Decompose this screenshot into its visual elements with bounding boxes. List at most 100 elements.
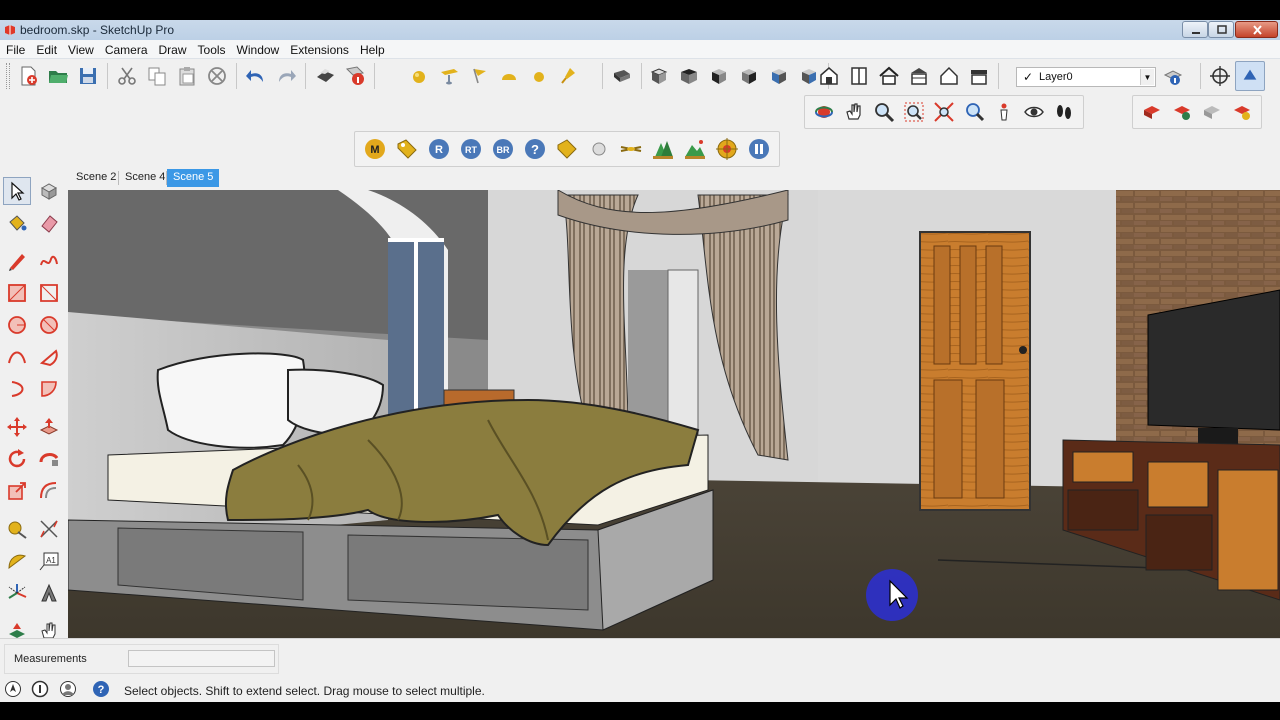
sphere-small-icon[interactable] [524,61,554,91]
look-around-icon[interactable] [1019,97,1049,127]
light-icon[interactable] [583,133,615,165]
rt-icon[interactable]: RT [455,133,487,165]
br-icon[interactable]: BR [487,133,519,165]
push-pull-icon[interactable] [35,413,63,441]
components-icon[interactable] [844,61,874,91]
freehand-icon[interactable] [35,247,63,275]
target-icon[interactable] [711,133,743,165]
section-plane-icon[interactable] [607,61,637,91]
roof-icon[interactable] [964,61,994,91]
ext-red-icon[interactable] [1137,97,1167,127]
save-icon[interactable] [73,61,103,91]
maximize-button[interactable] [1208,21,1234,38]
axes-view-icon[interactable] [1235,61,1265,91]
paint-tray-icon[interactable] [434,61,464,91]
tape-measure-icon[interactable] [3,515,31,543]
print-icon[interactable] [310,61,340,91]
eraser-icon[interactable] [35,209,63,237]
axes-icon[interactable] [3,579,31,607]
iso-view-icon[interactable] [644,61,674,91]
flag-icon[interactable] [464,61,494,91]
drawing-viewport[interactable] [68,190,1280,638]
tree-icon[interactable] [647,133,679,165]
menu-window[interactable]: Window [231,40,285,57]
menu-camera[interactable]: Camera [99,40,153,57]
circle-icon[interactable] [3,311,31,339]
menu-file[interactable]: File [0,40,30,57]
arc3-icon[interactable] [3,375,31,403]
store-icon[interactable] [904,61,934,91]
front-view-icon[interactable] [704,61,734,91]
open-folder-icon[interactable] [43,61,73,91]
pan-hand-icon[interactable] [839,97,869,127]
zoom-icon[interactable] [869,97,899,127]
layer-manager-icon[interactable] [1158,62,1188,92]
paint-bucket-icon[interactable] [3,209,31,237]
crosshair-icon[interactable] [1205,61,1235,91]
menu-tools[interactable]: Tools [192,40,231,57]
arc-icon[interactable] [3,343,31,371]
select-icon[interactable] [3,177,31,205]
menu-draw[interactable]: Draw [153,40,192,57]
pause-icon[interactable] [743,133,775,165]
user-icon[interactable] [59,680,77,698]
top-view-icon[interactable] [674,61,704,91]
menu-view[interactable]: View [62,40,99,57]
erase-circle-icon[interactable] [202,61,232,91]
rotate-icon[interactable] [3,445,31,473]
model-info-icon[interactable] [340,61,370,91]
back-view-icon[interactable] [764,61,794,91]
zoom-previous-icon[interactable] [959,97,989,127]
component-icon[interactable] [35,177,63,205]
close-button[interactable] [1235,21,1278,38]
position-camera-icon[interactable] [989,97,1019,127]
sphere-icon[interactable] [404,61,434,91]
torch-icon[interactable] [554,61,584,91]
instructor-help-icon[interactable]: ? [92,680,110,698]
tag-icon[interactable] [391,133,423,165]
undo-icon[interactable] [241,61,271,91]
protractor-icon[interactable] [3,547,31,575]
fly-icon[interactable] [615,133,647,165]
toolbar-grip[interactable] [6,63,10,89]
layer-select[interactable]: ✓ Layer0 ▼ [1016,67,1156,87]
dimension-icon[interactable] [35,515,63,543]
cut-icon[interactable] [112,61,142,91]
credits-icon[interactable] [31,680,49,698]
text-icon[interactable]: A1 [35,547,63,575]
menu-extensions[interactable]: Extensions [284,40,354,57]
m-icon[interactable]: M [359,133,391,165]
house-outline-icon[interactable] [934,61,964,91]
chevron-down-icon[interactable]: ▼ [1140,69,1154,85]
follow-me-icon[interactable] [35,445,63,473]
scale-icon[interactable] [3,477,31,505]
right-view-icon[interactable] [734,61,764,91]
dome-icon[interactable] [494,61,524,91]
home-icon[interactable] [874,61,904,91]
pie-icon[interactable] [35,343,63,371]
zoom-extents-icon[interactable] [929,97,959,127]
minimize-button[interactable] [1182,21,1208,38]
warehouse-house-icon[interactable] [814,61,844,91]
help-icon[interactable]: ? [519,133,551,165]
move-icon[interactable] [3,413,31,441]
ext-info-icon[interactable] [1227,97,1257,127]
landscape-icon[interactable] [679,133,711,165]
new-file-icon[interactable] [13,61,43,91]
offset-icon[interactable] [35,477,63,505]
menu-help[interactable]: Help [354,40,390,57]
rectangle-icon[interactable] [3,279,31,307]
geo-location-icon[interactable] [4,680,22,698]
arc2-icon[interactable] [35,375,63,403]
pencil-icon[interactable] [3,247,31,275]
measurements-input[interactable] [128,650,275,667]
redo-icon[interactable] [271,61,301,91]
ext-green-icon[interactable] [1167,97,1197,127]
3d-text-icon[interactable] [35,579,63,607]
menu-edit[interactable]: Edit [30,40,62,57]
paste-icon[interactable] [172,61,202,91]
ext-gray-icon[interactable] [1197,97,1227,127]
tab-scene-5[interactable]: Scene 5 [167,169,220,187]
tab-scene-4[interactable]: Scene 4 [119,169,171,187]
copy-icon[interactable] [142,61,172,91]
